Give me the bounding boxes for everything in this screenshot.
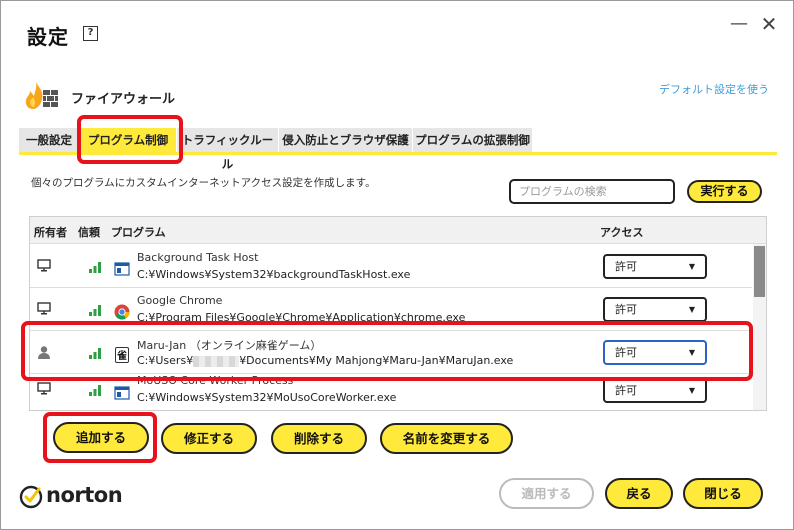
tab-program-control[interactable]: プログラム制御 — [80, 128, 177, 152]
access-dropdown[interactable]: 許可 ▼ — [603, 297, 707, 322]
trust-signal-icon — [89, 305, 101, 316]
path-prefix: C:¥Users¥ — [137, 354, 194, 367]
close-button[interactable]: 閉じる — [683, 478, 763, 509]
table-row[interactable]: MoUSO Core Worker Process C:¥Windows¥Sys… — [30, 374, 752, 410]
program-path: C:¥Users¥ ¥Documents¥My Mahjong¥Maru-Jan¥… — [137, 354, 513, 367]
table-row[interactable]: Google Chrome C:¥Program Files¥Google¥Ch… — [30, 288, 752, 331]
run-search-button[interactable]: 実行する — [687, 180, 762, 203]
tab-program-extended-control[interactable]: プログラムの拡張制御 — [413, 128, 533, 152]
access-value: 許可 — [615, 260, 637, 273]
mahjong-icon: 雀 — [115, 347, 129, 363]
trust-signal-icon — [89, 262, 101, 273]
minimize-button[interactable]: — — [728, 13, 750, 35]
header-access: アクセス — [600, 226, 644, 239]
rename-button[interactable]: 名前を変更する — [380, 423, 513, 454]
table-row[interactable]: Background Task Host C:¥Windows¥System32… — [30, 245, 752, 288]
section-label: ファイアウォール — [71, 92, 176, 107]
trust-signal-icon — [89, 348, 101, 359]
dropdown-arrow-icon: ▼ — [688, 348, 695, 357]
chrome-icon — [114, 304, 130, 320]
tab-intrusion-browser-protection[interactable]: 侵入防止とブラウザ保護 — [279, 128, 413, 152]
program-name: Maru-Jan （オンライン麻雀ゲーム） — [137, 339, 322, 352]
dropdown-arrow-icon: ▼ — [688, 262, 695, 271]
program-path: C:¥Program Files¥Google¥Chrome¥Applicati… — [137, 311, 466, 324]
tab-general[interactable]: 一般設定 — [19, 128, 80, 152]
tab-traffic-rules[interactable]: トラフィックルール — [177, 128, 279, 171]
program-table: 所有者 信頼 プログラム アクセス Background Task Host C… — [29, 216, 767, 411]
delete-button[interactable]: 削除する — [271, 423, 367, 454]
close-window-button[interactable]: ✕ — [758, 13, 780, 35]
header-trust: 信頼 — [78, 226, 100, 239]
dropdown-arrow-icon: ▼ — [688, 386, 695, 395]
dropdown-arrow-icon: ▼ — [688, 305, 695, 314]
access-value: 許可 — [615, 303, 637, 316]
redacted-username — [193, 355, 240, 367]
scrollbar-thumb[interactable] — [754, 246, 765, 297]
modify-button[interactable]: 修正する — [161, 423, 257, 454]
program-search-input[interactable] — [509, 179, 675, 204]
program-name: MoUSO Core Worker Process — [137, 374, 294, 387]
path-suffix: ¥Documents¥My Mahjong¥Maru-Jan¥MaruJan.e… — [239, 354, 514, 367]
access-value: 許可 — [615, 384, 637, 397]
program-path: C:¥Windows¥System32¥backgroundTaskHost.e… — [137, 268, 411, 281]
table-row-selected[interactable]: 雀 Maru-Jan （オンライン麻雀ゲーム） C:¥Users¥ ¥Docume… — [30, 331, 752, 374]
svg-text:雀: 雀 — [116, 349, 127, 362]
window-app-icon — [114, 386, 130, 400]
settings-window: 設定 ? — ✕ ファイアウォール デフォルト設定を使う 一般設定 プログラム制… — [0, 0, 794, 530]
brand-name: norton — [46, 483, 123, 507]
header-program: プログラム — [111, 226, 166, 239]
program-path: C:¥Windows¥System32¥MoUsoCoreWorker.exe — [137, 391, 397, 404]
monitor-icon — [37, 382, 51, 395]
table-header: 所有者 信頼 プログラム アクセス — [30, 217, 766, 244]
program-name: Background Task Host — [137, 251, 259, 264]
access-dropdown[interactable]: 許可 ▼ — [603, 340, 707, 365]
help-icon[interactable]: ? — [83, 26, 98, 41]
monitor-icon — [37, 302, 51, 315]
user-icon — [38, 346, 50, 359]
access-dropdown[interactable]: 許可 ▼ — [603, 378, 707, 403]
monitor-icon — [37, 259, 51, 272]
header-owner: 所有者 — [34, 226, 67, 239]
description-text: 個々のプログラムにカスタムインターネットアクセス設定を作成します。 — [31, 177, 376, 189]
access-dropdown[interactable]: 許可 ▼ — [603, 254, 707, 279]
apply-button[interactable]: 適用する — [499, 478, 594, 509]
norton-check-icon — [19, 485, 43, 509]
window-app-icon — [114, 262, 130, 276]
table-scrollbar[interactable] — [753, 244, 766, 410]
tab-bar: 一般設定 プログラム制御 トラフィックルール 侵入防止とブラウザ保護 プログラム… — [19, 128, 777, 171]
tab-underline — [19, 152, 777, 155]
trust-signal-icon — [89, 385, 101, 396]
firewall-icon — [25, 82, 58, 109]
back-button[interactable]: 戻る — [605, 478, 673, 509]
add-button[interactable]: 追加する — [53, 422, 149, 453]
window-title: 設定 — [27, 25, 69, 49]
access-value: 許可 — [615, 346, 637, 359]
program-name: Google Chrome — [137, 294, 223, 307]
use-default-settings-link[interactable]: デフォルト設定を使う — [659, 81, 769, 97]
